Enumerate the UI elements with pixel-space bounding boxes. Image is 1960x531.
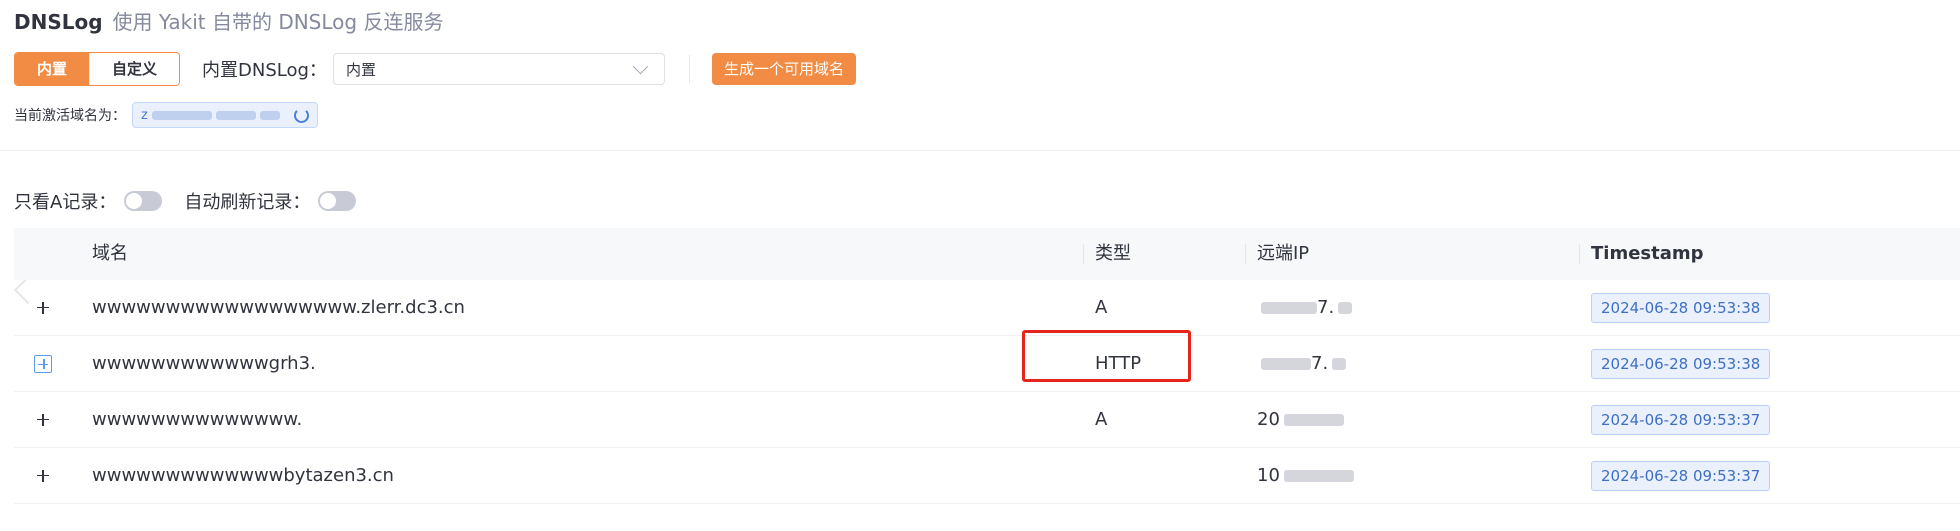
toggle-knob	[320, 193, 337, 209]
row-domain: wwwwwwwwwwwwgrh3.	[92, 353, 316, 374]
row-remote-ip-visible: 20	[1257, 409, 1280, 430]
row-timestamp: 2024-06-28 09:53:37	[1591, 460, 1771, 491]
row-remote-ip: 20	[1245, 409, 1579, 430]
row-remote-ip-visible: 7.	[1311, 353, 1329, 374]
mode-segmented-control: 内置 自定义	[14, 52, 181, 86]
redacted-text	[1283, 470, 1354, 482]
dnslog-records-table: 域名 类型 远端IP Timestamp wwwwwwwwwwwwwwwwww.…	[14, 228, 1960, 504]
row-remote-ip: 7.	[1245, 353, 1579, 374]
row-remote-ip-visible: 10	[1257, 465, 1280, 486]
redacted-text	[260, 110, 281, 120]
filter-row: 只看A记录： 自动刷新记录：	[14, 188, 378, 214]
row-remote-ip: 7.	[1245, 297, 1579, 318]
row-timestamp: 2024-06-28 09:53:38	[1591, 292, 1771, 323]
table-row[interactable]: wwwwwwwwwwwwwbytazen3.cn 10 2024-06-28 0…	[14, 448, 1960, 504]
row-type: A	[1095, 409, 1108, 430]
active-domain-tag[interactable]: z	[132, 102, 318, 128]
row-domain: wwwwwwwwwwwwwwwwww.zlerr.dc3.cn	[92, 297, 465, 318]
redacted-text	[151, 110, 212, 120]
column-type: 类型	[1083, 228, 1245, 280]
row-remote-ip-visible: 7.	[1317, 297, 1335, 318]
auto-refresh-toggle[interactable]	[318, 191, 357, 211]
expand-row-icon[interactable]	[34, 299, 52, 317]
column-domain: 域名	[92, 243, 128, 264]
column-expand	[14, 228, 80, 280]
mode-custom-option[interactable]: 自定义	[89, 53, 180, 85]
row-type: A	[1095, 297, 1108, 318]
page-subtitle: 使用 Yakit 自带的 DNSLog 反连服务	[112, 10, 444, 34]
mode-builtin-option[interactable]: 内置	[15, 53, 90, 85]
chevron-down-icon	[632, 58, 649, 74]
expand-row-icon[interactable]	[34, 467, 52, 485]
column-remote-ip: 远端IP	[1245, 228, 1579, 280]
table-row[interactable]: wwwwwwwwwwwwwwwwww.zlerr.dc3.cn A 7. 202…	[14, 280, 1960, 336]
row-timestamp: 2024-06-28 09:53:37	[1591, 404, 1771, 435]
row-remote-ip: 10	[1245, 465, 1579, 486]
page-title: DNSLog	[14, 10, 103, 34]
table-header: 域名 类型 远端IP Timestamp	[14, 228, 1960, 280]
builtin-dnslog-selected-value: 内置	[345, 60, 376, 79]
row-timestamp: 2024-06-28 09:53:38	[1591, 348, 1771, 379]
auto-refresh-label: 自动刷新记录：	[184, 192, 311, 213]
table-row[interactable]: wwwwwwwwwwwwww. A 20 2024-06-28 09:53:37	[14, 392, 1960, 448]
toggle-knob	[126, 193, 143, 209]
row-domain: wwwwwwwwwwwwwbytazen3.cn	[92, 465, 394, 486]
refresh-icon[interactable]	[294, 107, 309, 123]
divider	[688, 55, 690, 83]
redacted-text	[1261, 358, 1311, 370]
column-timestamp: Timestamp	[1579, 228, 1960, 280]
only-a-records-label: 只看A记录：	[14, 192, 117, 213]
builtin-dnslog-label: 内置DNSLog：	[202, 60, 327, 81]
active-domain-value: z	[141, 108, 294, 123]
active-domain-prefix: z	[141, 107, 148, 123]
dnslog-controls: 内置 自定义 内置DNSLog： 内置 生成一个可用域名	[14, 52, 856, 86]
expand-row-icon[interactable]	[34, 411, 52, 429]
table-row[interactable]: wwwwwwwwwwwwgrh3. HTTP 7. 2024-06-28 09:…	[14, 336, 1960, 392]
highlight-annotation-box	[1022, 330, 1191, 382]
expand-row-icon[interactable]	[34, 354, 52, 373]
row-domain: wwwwwwwwwwwwww.	[92, 409, 303, 430]
only-a-records-toggle[interactable]	[124, 191, 163, 211]
redacted-text	[1261, 302, 1317, 314]
redacted-text	[216, 110, 257, 120]
page-header: DNSLog 使用 Yakit 自带的 DNSLog 反连服务	[14, 6, 443, 35]
active-domain-row: 当前激活域名为： z	[14, 102, 318, 128]
builtin-dnslog-select[interactable]: 内置	[332, 53, 665, 85]
active-domain-label: 当前激活域名为：	[14, 108, 126, 124]
section-divider	[0, 150, 1960, 151]
redacted-text	[1338, 302, 1353, 314]
generate-domain-button[interactable]: 生成一个可用域名	[711, 53, 856, 85]
redacted-text	[1283, 414, 1344, 426]
redacted-text	[1332, 358, 1347, 370]
